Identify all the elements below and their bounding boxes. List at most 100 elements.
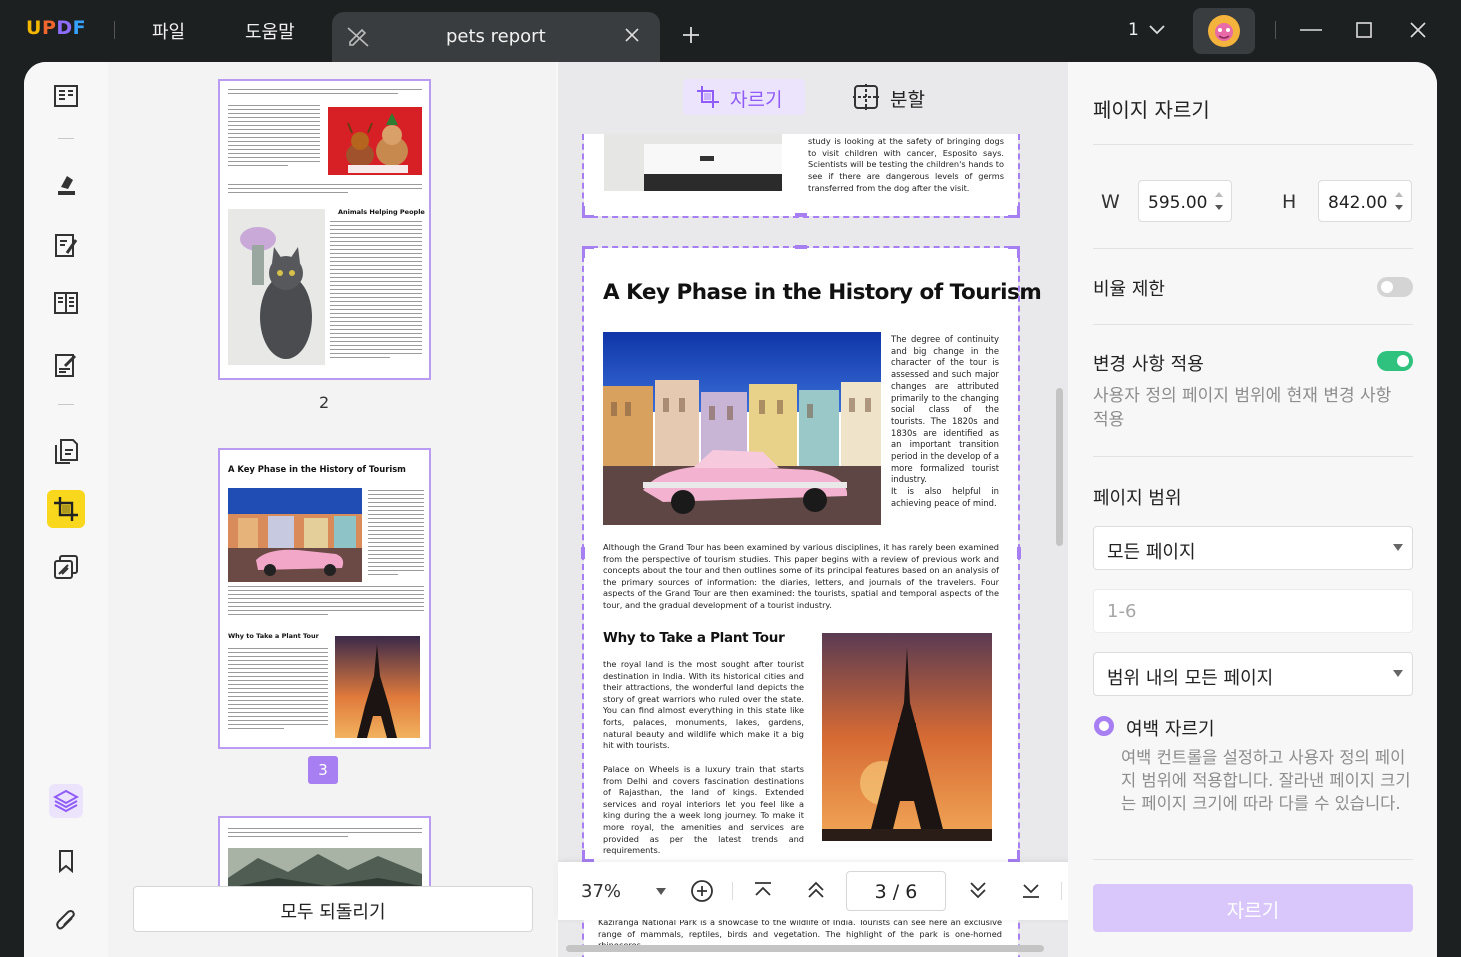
attachment-icon[interactable] <box>49 904 83 938</box>
divider <box>1093 859 1413 860</box>
title-bar: UPDF 파일 도움말 pets report 1 <box>0 0 1461 62</box>
sidebar-divider <box>58 404 74 405</box>
next-page-icon[interactable] <box>968 879 988 901</box>
maximize-icon[interactable] <box>1356 22 1372 38</box>
current-page-number-badge: 3 <box>308 756 338 784</box>
tab-title: pets report <box>446 26 546 47</box>
crop-handle[interactable] <box>581 547 585 559</box>
thumbnail-text-block <box>368 490 424 578</box>
crop-handle[interactable] <box>1008 206 1020 218</box>
new-tab-icon[interactable] <box>681 25 701 45</box>
custom-range-placeholder: 1-6 <box>1107 601 1137 622</box>
crop-mode-label: 자르기 <box>730 89 783 111</box>
first-page-icon[interactable] <box>753 879 773 901</box>
width-input[interactable]: 595.00 <box>1138 180 1232 222</box>
crop-settings-panel: 페이지 자르기 W 595.00 H 842.00 비율 제한 변경 사항 적용… <box>1068 62 1437 957</box>
apply-changes-label: 변경 사항 적용 <box>1093 354 1204 375</box>
zoom-level[interactable]: 37% <box>581 881 621 902</box>
zoom-dropdown-icon[interactable] <box>656 888 666 895</box>
crop-pages-icon[interactable] <box>47 490 85 528</box>
apply-changes-description: 사용자 정의 페이지 범위에 현재 변경 사항 적용 <box>1093 386 1392 430</box>
crop-handle[interactable] <box>1008 850 1020 862</box>
crop-handle[interactable] <box>1017 547 1021 559</box>
thumbnail-heading: Why to Take a Plant Tour <box>228 632 319 640</box>
height-label: H <box>1282 191 1297 213</box>
margin-crop-radio[interactable] <box>1094 716 1114 736</box>
page-thumbnail-3[interactable]: A Key Phase in the History of Tourism Wh… <box>218 448 431 749</box>
page-thumbnail-4[interactable] <box>218 816 431 896</box>
page-tools-icon[interactable] <box>49 550 83 584</box>
split-mode-label: 분할 <box>890 89 925 111</box>
title-divider <box>114 21 115 39</box>
crop-mode-button[interactable]: 자르기 <box>683 79 805 115</box>
menu-help[interactable]: 도움말 <box>245 18 295 44</box>
account-button[interactable] <box>1193 8 1255 54</box>
height-stepper-icon[interactable] <box>1394 189 1404 213</box>
thumbnail-text-block <box>228 586 424 618</box>
updf-logo[interactable]: UPDF <box>26 17 86 39</box>
close-window-icon[interactable] <box>1410 22 1426 38</box>
convert-pdf-icon[interactable] <box>49 434 83 468</box>
split-icon <box>852 83 880 111</box>
divider <box>1093 248 1413 249</box>
close-tab-icon[interactable] <box>624 27 640 43</box>
page-range-value: 모든 페이지 <box>1107 542 1196 563</box>
crop-icon <box>695 84 721 110</box>
thumbnail-text-block <box>228 648 328 732</box>
reader-mode-icon[interactable] <box>49 79 83 113</box>
comment-highlighter-icon[interactable] <box>49 168 83 202</box>
fill-sign-icon[interactable] <box>49 348 83 382</box>
revert-all-button[interactable]: 모두 되돌리기 <box>133 886 533 932</box>
previous-page-icon[interactable] <box>806 879 826 901</box>
width-label: W <box>1101 191 1120 213</box>
custom-range-input[interactable]: 1-6 <box>1093 589 1413 633</box>
avatar <box>1208 15 1240 47</box>
crop-handle[interactable] <box>582 206 594 218</box>
edit-off-icon <box>346 25 370 47</box>
crop-handle[interactable] <box>582 850 594 862</box>
menu-file[interactable]: 파일 <box>152 18 185 44</box>
dropdown-arrow-icon <box>1393 544 1403 551</box>
page-range-select[interactable]: 모든 페이지 <box>1093 526 1413 570</box>
zoom-in-icon[interactable] <box>690 879 714 903</box>
crop-handle[interactable] <box>582 246 594 258</box>
thumbnail-title: A Key Phase in the History of Tourism <box>228 464 406 474</box>
minimize-icon[interactable] <box>1300 29 1322 31</box>
crop-frame-page-2[interactable] <box>582 134 1020 218</box>
page-number-input[interactable]: 3 / 6 <box>846 871 946 911</box>
last-page-icon[interactable] <box>1021 879 1041 901</box>
havana-photo <box>228 488 362 582</box>
thumbnail-text-block <box>228 828 422 840</box>
panel-title: 페이지 자르기 <box>1093 98 1210 122</box>
edit-pdf-icon[interactable] <box>49 228 83 262</box>
sidebar-divider <box>58 138 74 139</box>
page-count-indicator[interactable]: 1 <box>1128 20 1139 40</box>
page-subset-select[interactable]: 범위 내의 모든 페이지 <box>1093 652 1413 696</box>
split-mode-button[interactable]: 분할 <box>848 79 952 115</box>
aspect-ratio-toggle[interactable] <box>1377 277 1413 297</box>
crop-handle[interactable] <box>1008 246 1020 258</box>
divider <box>1093 144 1413 145</box>
divider <box>732 882 733 900</box>
title-divider <box>1275 21 1276 39</box>
crop-handle[interactable] <box>795 245 807 249</box>
document-tab[interactable]: pets report <box>332 12 660 62</box>
organize-pages-icon[interactable] <box>49 286 83 320</box>
thumbnail-text-block <box>228 184 422 196</box>
apply-changes-toggle[interactable] <box>1377 351 1413 371</box>
crop-apply-button[interactable]: 자르기 <box>1093 884 1413 932</box>
vertical-scrollbar[interactable] <box>1056 388 1063 546</box>
height-input[interactable]: 842.00 <box>1318 180 1412 222</box>
bookmark-icon[interactable] <box>49 844 83 878</box>
page-thumbnail-2[interactable]: Animals Helping People <box>218 79 431 380</box>
horizontal-scrollbar[interactable] <box>566 945 1044 952</box>
chevron-down-icon[interactable] <box>1148 24 1166 36</box>
crop-frame-page-3[interactable] <box>582 246 1020 908</box>
thumbnail-text-block <box>330 221 422 361</box>
eiffel-tower-photo <box>335 636 420 738</box>
layers-icon[interactable] <box>49 784 83 818</box>
width-stepper-icon[interactable] <box>1214 189 1224 213</box>
crop-handle[interactable] <box>795 213 807 217</box>
divider <box>1061 882 1062 900</box>
thumbnails-panel: Animals Helping People 2 A Key Phase in … <box>108 62 556 957</box>
